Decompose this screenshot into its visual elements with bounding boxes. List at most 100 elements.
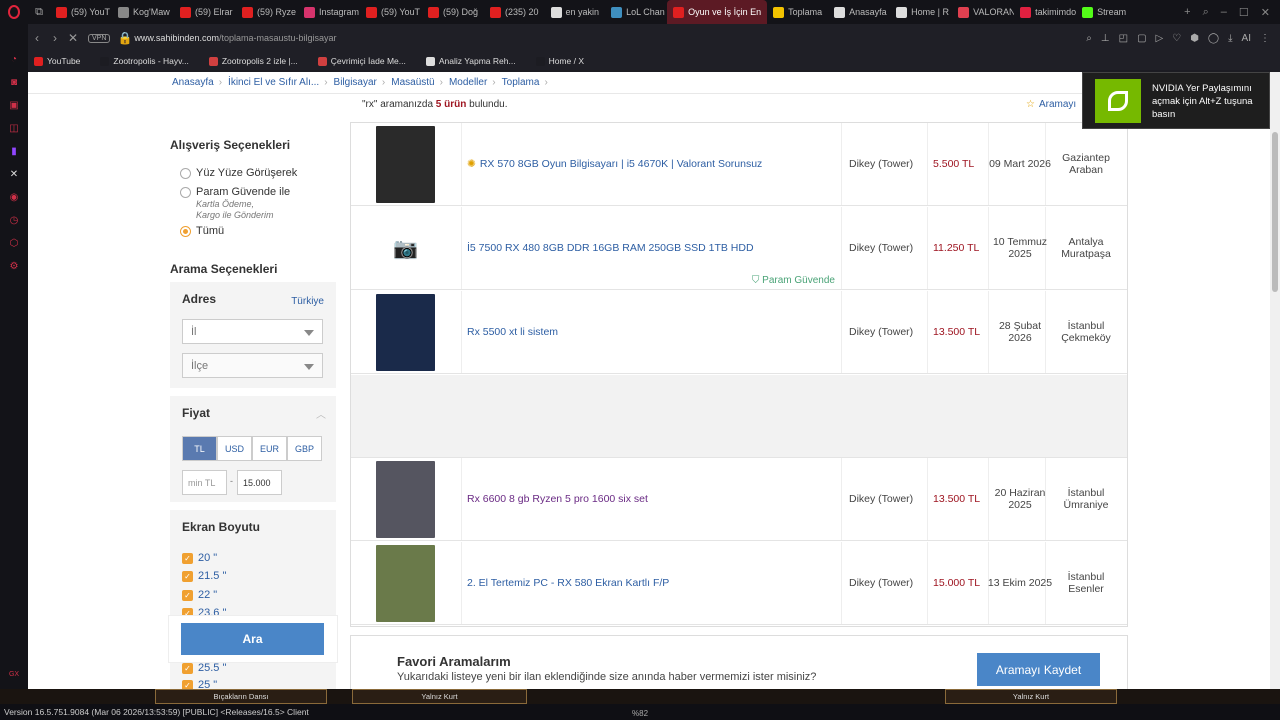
breadcrumb-item[interactable]: İkinci El ve Sıfır Alı... xyxy=(228,77,319,88)
browser-tab[interactable]: (59) Elrar xyxy=(174,0,236,24)
scrollbar-thumb[interactable] xyxy=(1272,132,1278,292)
opera-logo-icon[interactable] xyxy=(0,0,28,24)
radio-all[interactable]: Tümü xyxy=(180,225,224,237)
vpn-badge[interactable]: VPN xyxy=(88,33,111,43)
breadcrumb-item[interactable]: Anasayfa xyxy=(172,77,214,88)
bookmark-item[interactable]: YouTube xyxy=(34,56,80,66)
table-row[interactable]: 📷 İ5 7500 RX 480 8GB DDR 16GB RAM 250GB S… xyxy=(351,207,1127,290)
save-search-button[interactable]: Aramayı Kaydet xyxy=(977,653,1100,686)
ai-button[interactable]: AI xyxy=(1242,33,1251,44)
size-checkbox[interactable]: ✓ 20 " xyxy=(182,552,217,564)
bookmark-item[interactable]: Çevrimiçi İade Me... xyxy=(317,56,406,66)
province-select[interactable]: İl xyxy=(182,319,323,344)
twitch-icon[interactable]: ▮ xyxy=(7,144,21,158)
lock-icon[interactable]: 🔒 xyxy=(116,31,134,45)
browser-tab[interactable]: (59) YouT xyxy=(360,0,422,24)
size-checkbox[interactable]: ✓ 22 " xyxy=(182,589,217,601)
speed-dial-icon[interactable]: ◔ xyxy=(7,52,21,66)
save-search-link[interactable]: ☆ Aramayı xyxy=(1026,99,1076,110)
listing-title-link[interactable]: Rx 5500 xt li sistem xyxy=(467,291,558,373)
browser-tab[interactable]: en yakin xyxy=(545,0,606,24)
browser-tab[interactable]: Toplama xyxy=(767,0,828,24)
browser-tab[interactable]: Oyun ve İş İçin En xyxy=(667,0,768,24)
table-row[interactable]: Rx 6600 8 gb Ryzen 5 pro 1600 six set Dik… xyxy=(351,458,1127,541)
table-row[interactable]: 2. El Tertemiz PC - RX 580 Ekran Kartlı … xyxy=(351,542,1127,625)
currency-usd[interactable]: USD xyxy=(217,436,252,461)
browser-tab[interactable]: VALORAN xyxy=(952,0,1014,24)
size-checkbox[interactable]: ✓ 21.5 " xyxy=(182,570,226,582)
history-icon[interactable]: ◷ xyxy=(7,213,21,227)
listing-thumbnail[interactable] xyxy=(376,461,435,538)
browser-tab[interactable]: (59) Doğ xyxy=(422,0,484,24)
profile-icon[interactable]: ◯ xyxy=(1208,33,1219,44)
breadcrumb-item[interactable]: Toplama xyxy=(502,77,540,88)
player-icon[interactable]: ◉ xyxy=(7,190,21,204)
zoom-icon[interactable]: ⌕ xyxy=(1086,33,1092,44)
instagram-icon[interactable]: ◫ xyxy=(7,121,21,135)
listing-thumbnail[interactable] xyxy=(376,294,435,371)
forward-button[interactable]: › xyxy=(46,31,64,45)
listing-title-link[interactable]: 2. El Tertemiz PC - RX 580 Ekran Kartlı … xyxy=(467,542,669,624)
browser-tab[interactable]: takimimdo xyxy=(1014,0,1076,24)
gx-corner-icon[interactable]: GX xyxy=(7,667,21,681)
collapse-icon[interactable]: ︿ xyxy=(316,406,326,421)
stop-loading-icon[interactable]: ✕ xyxy=(64,31,82,45)
browser-tab[interactable]: Instagram xyxy=(298,0,360,24)
currency-gbp[interactable]: GBP xyxy=(287,436,322,461)
download-icon[interactable]: ⤓ xyxy=(1228,33,1232,44)
listing-thumbnail[interactable] xyxy=(376,126,435,203)
table-row[interactable]: ✺ RX 570 8GB Oyun Bilgisayarı | i5 4670K … xyxy=(351,123,1127,206)
max-price-input[interactable]: 15.000 xyxy=(237,470,282,495)
camera-placeholder-icon[interactable]: 📷 xyxy=(376,210,435,287)
currency-eur[interactable]: EUR xyxy=(252,436,287,461)
min-price-input[interactable]: min TL xyxy=(182,470,227,495)
messenger-icon[interactable]: ▣ xyxy=(7,98,21,112)
district-select[interactable]: İlçe xyxy=(182,353,323,378)
play-icon[interactable]: ▷ xyxy=(1156,33,1164,44)
listing-title-link[interactable]: Rx 6600 8 gb Ryzen 5 pro 1600 six set xyxy=(467,458,648,540)
size-checkbox[interactable]: ✓ 25 " xyxy=(182,679,217,689)
bookmark-item[interactable]: Zootropolis - Hayv... xyxy=(100,56,189,66)
back-button[interactable]: ‹ xyxy=(28,31,46,45)
close-window-button[interactable]: ✕ xyxy=(1261,6,1270,19)
currency-tl[interactable]: TL xyxy=(182,436,217,461)
snapshot-icon[interactable]: ◰ xyxy=(1119,33,1128,44)
search-button[interactable]: Ara xyxy=(181,623,324,655)
browser-tab[interactable]: Kog'Maw xyxy=(112,0,174,24)
breadcrumb-item[interactable]: Bilgisayar xyxy=(334,77,377,88)
bookmark-item[interactable]: Zootropolis 2 izle |... xyxy=(208,56,298,66)
extensions-puzzle-icon[interactable]: ⬢ xyxy=(1190,33,1199,44)
settings-icon[interactable]: ⚙ xyxy=(7,259,21,273)
pin-icon[interactable]: ⊥ xyxy=(1101,33,1110,44)
browser-tab[interactable]: Home | R xyxy=(890,0,952,24)
browser-tab[interactable]: (59) YouT xyxy=(50,0,112,24)
radio-face-to-face[interactable]: Yüz Yüze Görüşerek xyxy=(180,167,297,179)
x-icon[interactable]: ✕ xyxy=(7,167,21,181)
scrollbar[interactable] xyxy=(1270,72,1280,689)
menu-icon[interactable]: ⋮ xyxy=(1260,33,1270,44)
url-input[interactable]: www.sahibinden.com/toplama-masaustu-bilg… xyxy=(134,33,336,43)
extensions-icon[interactable]: ⬡ xyxy=(7,236,21,250)
new-tab-button[interactable]: + xyxy=(1184,6,1190,19)
bookmark-item[interactable]: Analiz Yapma Reh... xyxy=(425,56,516,66)
browser-tab[interactable]: LoL Chan xyxy=(605,0,667,24)
maximize-button[interactable]: ☐ xyxy=(1239,6,1249,19)
listing-thumbnail[interactable] xyxy=(376,545,435,622)
bookmark-item[interactable]: Home / X xyxy=(535,56,584,66)
favorite-heart-icon[interactable]: ♡ xyxy=(1172,33,1181,44)
tab-overview-icon[interactable]: ⧉ xyxy=(28,0,50,24)
browser-tab[interactable]: Anasayfa xyxy=(828,0,890,24)
discord-icon[interactable]: ◙ xyxy=(7,75,21,89)
listing-title-link[interactable]: İ5 7500 RX 480 8GB DDR 16GB RAM 250GB SS… xyxy=(467,207,754,289)
minimize-button[interactable]: – xyxy=(1221,6,1227,19)
listing-title-link[interactable]: ✺ RX 570 8GB Oyun Bilgisayarı | i5 4670K … xyxy=(467,123,762,205)
search-tabs-icon[interactable]: ⌕ xyxy=(1203,6,1209,19)
size-checkbox[interactable]: ✓ 25.5 " xyxy=(182,662,226,674)
radio-secure-payment[interactable]: Param Güvende ile xyxy=(180,186,290,198)
country-link[interactable]: Türkiye xyxy=(291,296,324,307)
browser-tab[interactable]: (59) Ryze xyxy=(236,0,298,24)
screenshot-icon[interactable]: ▢ xyxy=(1137,33,1146,44)
browser-tab[interactable]: (235) 20 xyxy=(484,0,545,24)
breadcrumb-item[interactable]: Modeller xyxy=(449,77,487,88)
browser-tab[interactable]: Stream xyxy=(1076,0,1132,24)
